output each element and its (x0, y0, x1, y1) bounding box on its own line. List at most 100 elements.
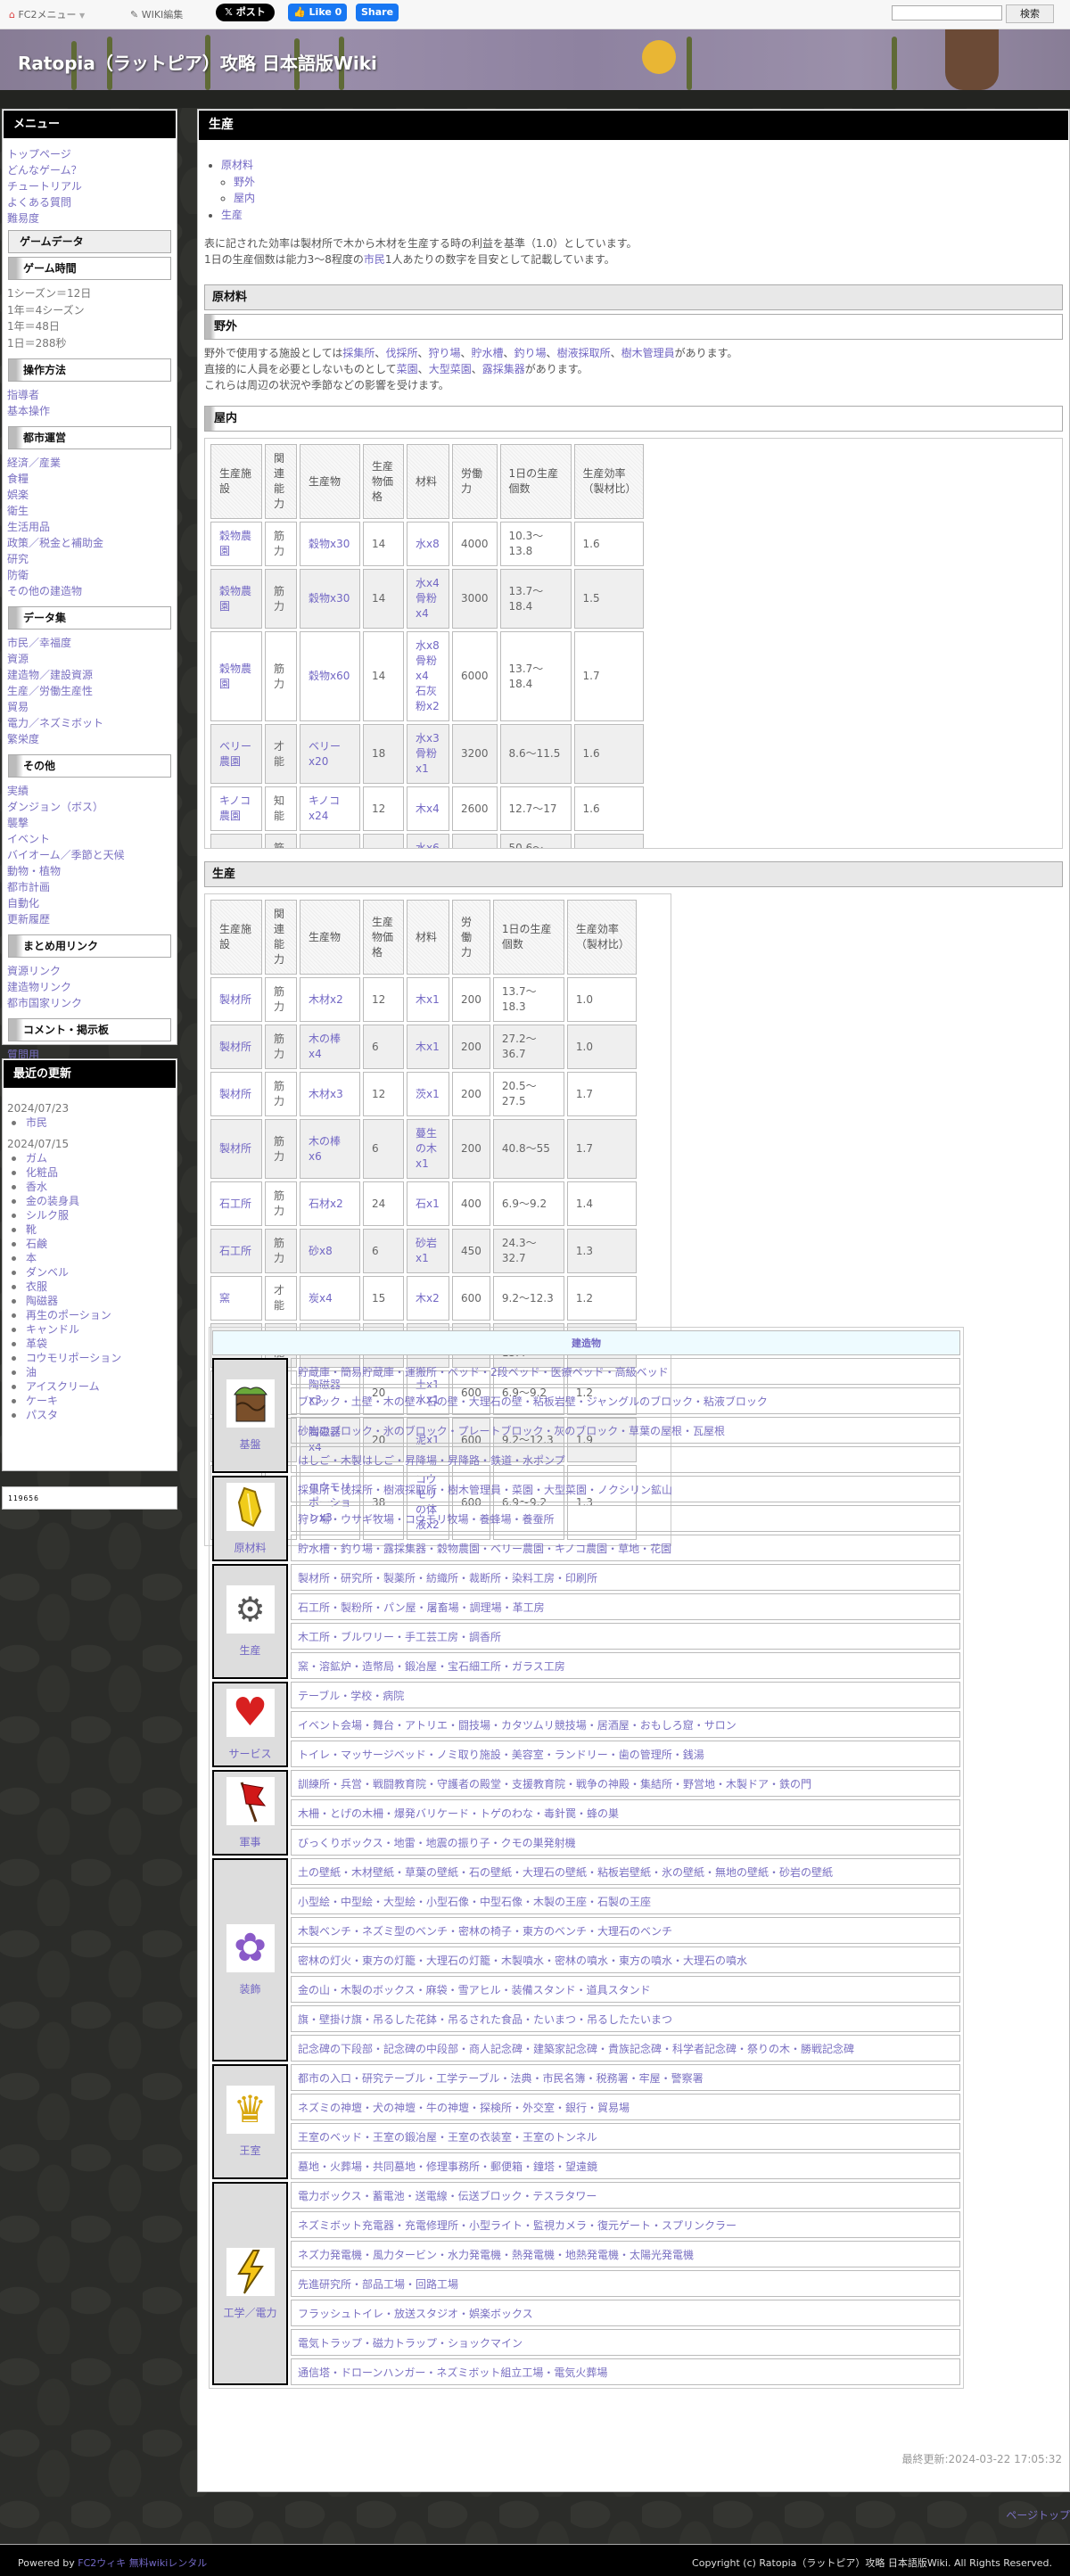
material-link[interactable]: 蔓生の木x1 (416, 1126, 440, 1172)
material-link[interactable]: 砂岩x1 (416, 1236, 440, 1266)
material-link[interactable]: 水x6 (416, 841, 440, 848)
sidebar-link[interactable]: 都市国家リンク (3, 995, 177, 1011)
fc2-menu[interactable]: ⌂ FC2メニュー ▼ (9, 7, 85, 21)
building-links[interactable]: ネズミボット充電器・充電修理所・小型ライト・監視カメラ・復元ゲート・スプリンクラ… (291, 2211, 960, 2238)
material-link[interactable]: 骨粉x1 (416, 746, 440, 777)
update-link[interactable]: 再生のポーション (3, 1308, 177, 1322)
material-link[interactable]: 石灰粉x2 (416, 684, 440, 714)
building-links[interactable]: フラッシュトイレ・放送スタジオ・娯楽ボックス (291, 2300, 960, 2326)
building-links[interactable]: 記念碑の下段部・記念碑の中段部・商人記念碑・建築家記念碑・貴族記念碑・科学者記念… (291, 2035, 960, 2062)
facility-link[interactable]: ベリー農園 (219, 740, 251, 768)
building-links[interactable]: はしご・木製はしご・昇降場・昇降路・鉄道・水ポンプ (291, 1446, 960, 1473)
facility-link[interactable]: 樹液採取所 (557, 347, 611, 359)
building-links[interactable]: 王室のベッド・王室の鍛冶屋・王室の衣装室・王室のトンネル (291, 2123, 960, 2150)
facility-link[interactable]: 穀物農園 (219, 530, 251, 557)
citizen-link[interactable]: 市民 (364, 253, 385, 266)
material-link[interactable]: 木x1 (416, 992, 440, 1008)
building-links[interactable]: 貯蔵庫・簡易貯蔵庫・運搬所・ベッド・2段ベッド・医療ベッド・高級ベッド (291, 1358, 960, 1385)
update-link[interactable]: シルク服 (3, 1208, 177, 1222)
building-links[interactable]: 木工所・ブルワリー・手工芸工房・調香所 (291, 1623, 960, 1650)
building-category[interactable]: 軍事 (212, 1770, 288, 1856)
material-link[interactable]: 水x8 (416, 537, 440, 552)
building-links[interactable]: 小型絵・中型絵・大型絵・小型石像・中型石像・木製の王座・石製の王座 (291, 1888, 960, 1914)
building-links[interactable]: テーブル・学校・病院 (291, 1682, 960, 1708)
facility-link[interactable]: 石工所 (219, 1197, 251, 1210)
building-links[interactable]: 狩り場・ウサギ牧場・コウモリ牧場・養蜂場・養蚕所 (291, 1505, 960, 1532)
update-link[interactable]: ガム (3, 1151, 177, 1165)
update-link[interactable]: 油 (3, 1365, 177, 1379)
building-links[interactable]: 採集所・伐採所・樹液採取所・樹木管理員・菜園・大型菜園・ノクシリン鉱山 (291, 1476, 960, 1502)
update-link[interactable]: アイスクリーム (3, 1379, 177, 1394)
facility-link[interactable]: 菜園 (397, 363, 418, 375)
facility-link[interactable]: 貯水槽 (472, 347, 504, 359)
fc2-wiki-link[interactable]: FC2ウィキ 無料wikiレンタル (78, 2557, 207, 2569)
sidebar-link[interactable]: イベント (3, 831, 177, 847)
sidebar-link[interactable]: ダンジョン（ボス） (3, 799, 177, 815)
category-link[interactable]: 生産 (239, 1644, 260, 1657)
building-links[interactable]: 石工所・製粉所・パン屋・屠畜場・調理場・革工房 (291, 1593, 960, 1620)
product-link[interactable]: 穀物x30 (309, 538, 350, 550)
material-link[interactable]: 水x4 (416, 576, 440, 591)
product-link[interactable]: 砂x8 (309, 1245, 333, 1257)
category-link[interactable]: 原材料 (234, 1542, 266, 1554)
update-link[interactable]: パスタ (3, 1408, 177, 1422)
material-link[interactable]: 骨粉x4 (416, 591, 440, 621)
product-link[interactable]: 穀物x30 (309, 592, 350, 605)
toc-link-raw[interactable]: 原材料 (221, 159, 253, 171)
sidebar-link[interactable]: 研究 (3, 551, 177, 567)
building-links[interactable]: 電力ボックス・蓄電池・送電線・伝送ブロック・テスラタワー (291, 2182, 960, 2209)
sidebar-link[interactable]: その他の建造物 (3, 583, 177, 599)
sidebar-link[interactable]: 資源リンク (3, 963, 177, 979)
sidebar-link[interactable]: よくある質問 (3, 194, 177, 210)
facility-link[interactable]: 樹木管理員 (621, 347, 675, 359)
sidebar-link[interactable]: 電力／ネズミボット (3, 715, 177, 731)
building-links[interactable]: 窯・溶鉱炉・造幣局・鍛冶屋・宝石細工所・ガラス工房 (291, 1652, 960, 1679)
toc-link-outdoor[interactable]: 野外 (234, 176, 255, 188)
update-link[interactable]: 本 (3, 1251, 177, 1265)
building-links[interactable]: ブロック・土壁・木の壁・石の壁・大理石の壁・粘板岩壁・ジャングルのブロック・粘液… (291, 1387, 960, 1414)
search-input[interactable] (892, 5, 1002, 21)
sidebar-link[interactable]: 自動化 (3, 895, 177, 911)
building-links[interactable]: イベント会場・舞台・アトリエ・闘技場・カタツムリ競技場・居酒屋・おもしろ窟・サロ… (291, 1711, 960, 1738)
page-top-link[interactable]: ページトップ (1006, 2507, 1070, 2523)
material-link[interactable]: 木x2 (416, 1291, 440, 1306)
site-title[interactable]: Ratopia（ラットピア）攻略 日本語版Wiki (18, 49, 377, 75)
update-link[interactable]: 衣服 (3, 1280, 177, 1294)
material-link[interactable]: 茨x1 (416, 1087, 440, 1102)
update-link[interactable]: 靴 (3, 1222, 177, 1237)
facebook-like-button[interactable]: 👍 Like 0 (288, 4, 348, 21)
update-link[interactable]: 石鹸 (3, 1237, 177, 1251)
building-links[interactable]: 墓地・火葬場・共同墓地・修理事務所・郵便箱・鐘塔・望遠鏡 (291, 2152, 960, 2179)
building-links[interactable]: 旗・壁掛け旗・吊るした花鉢・吊るされた食品・たいまつ・吊るしたたいまつ (291, 2005, 960, 2032)
building-links[interactable]: 金の山・木製のボックス・麻袋・雪アヒル・装備スタンド・道具スタンド (291, 1976, 960, 2003)
material-link[interactable]: 石x1 (416, 1197, 440, 1212)
building-links[interactable]: ネズミの神壇・犬の神壇・牛の神壇・探検所・外交室・銀行・貿易場 (291, 2094, 960, 2120)
sidebar-link[interactable]: 防衛 (3, 567, 177, 583)
sidebar-link[interactable]: バイオーム／季節と天候 (3, 847, 177, 863)
category-link[interactable]: サービス (228, 1748, 271, 1760)
category-link[interactable]: 王室 (239, 2144, 260, 2157)
facility-link[interactable]: 伐採所 (385, 347, 417, 359)
product-link[interactable]: 炭x4 (309, 1292, 333, 1304)
sidebar-link[interactable]: 経済／産業 (3, 455, 177, 471)
sidebar-link[interactable]: どんなゲーム？ (3, 162, 177, 178)
building-links[interactable]: 密林の灯火・東方の灯籠・大理石の灯籠・木製噴水・密林の噴水・東方の噴水・大理石の… (291, 1946, 960, 1973)
building-links[interactable]: 訓練所・兵営・戦闘教育院・守護者の殿堂・支援教育院・戦争の神殿・集結所・野営地・… (291, 1770, 960, 1797)
building-category[interactable]: ♥ サービス (212, 1682, 288, 1767)
product-link[interactable]: 木の棒x4 (309, 1033, 341, 1060)
building-links[interactable]: 木柵・とげの木柵・爆発バリケード・トゲのわな・毒針罠・蜂の巣 (291, 1799, 960, 1826)
building-links[interactable]: 都市の入口・研究テーブル・工学テーブル・法典・市民名簿・税務署・牢屋・警察署 (291, 2064, 960, 2091)
facility-link[interactable]: 採集所 (342, 347, 374, 359)
facility-link[interactable]: 大型菜園 (429, 363, 472, 375)
sidebar-link[interactable]: 政策／税金と補助金 (3, 535, 177, 551)
category-link[interactable]: 軍事 (239, 1836, 260, 1848)
sidebar-link[interactable]: トップページ (3, 146, 177, 162)
facility-link[interactable]: キノコ農園 (219, 794, 251, 822)
building-links[interactable]: 電気トラップ・磁力トラップ・ショックマイン (291, 2329, 960, 2356)
search-button[interactable]: 検索 (1006, 4, 1054, 23)
sidebar-link[interactable]: 実績 (3, 783, 177, 799)
facility-link[interactable]: 窯 (219, 1292, 230, 1304)
sidebar-link[interactable]: 資源 (3, 651, 177, 667)
material-link[interactable]: 骨粉x4 (416, 654, 440, 684)
update-link[interactable]: コウモリポーション (3, 1351, 177, 1365)
